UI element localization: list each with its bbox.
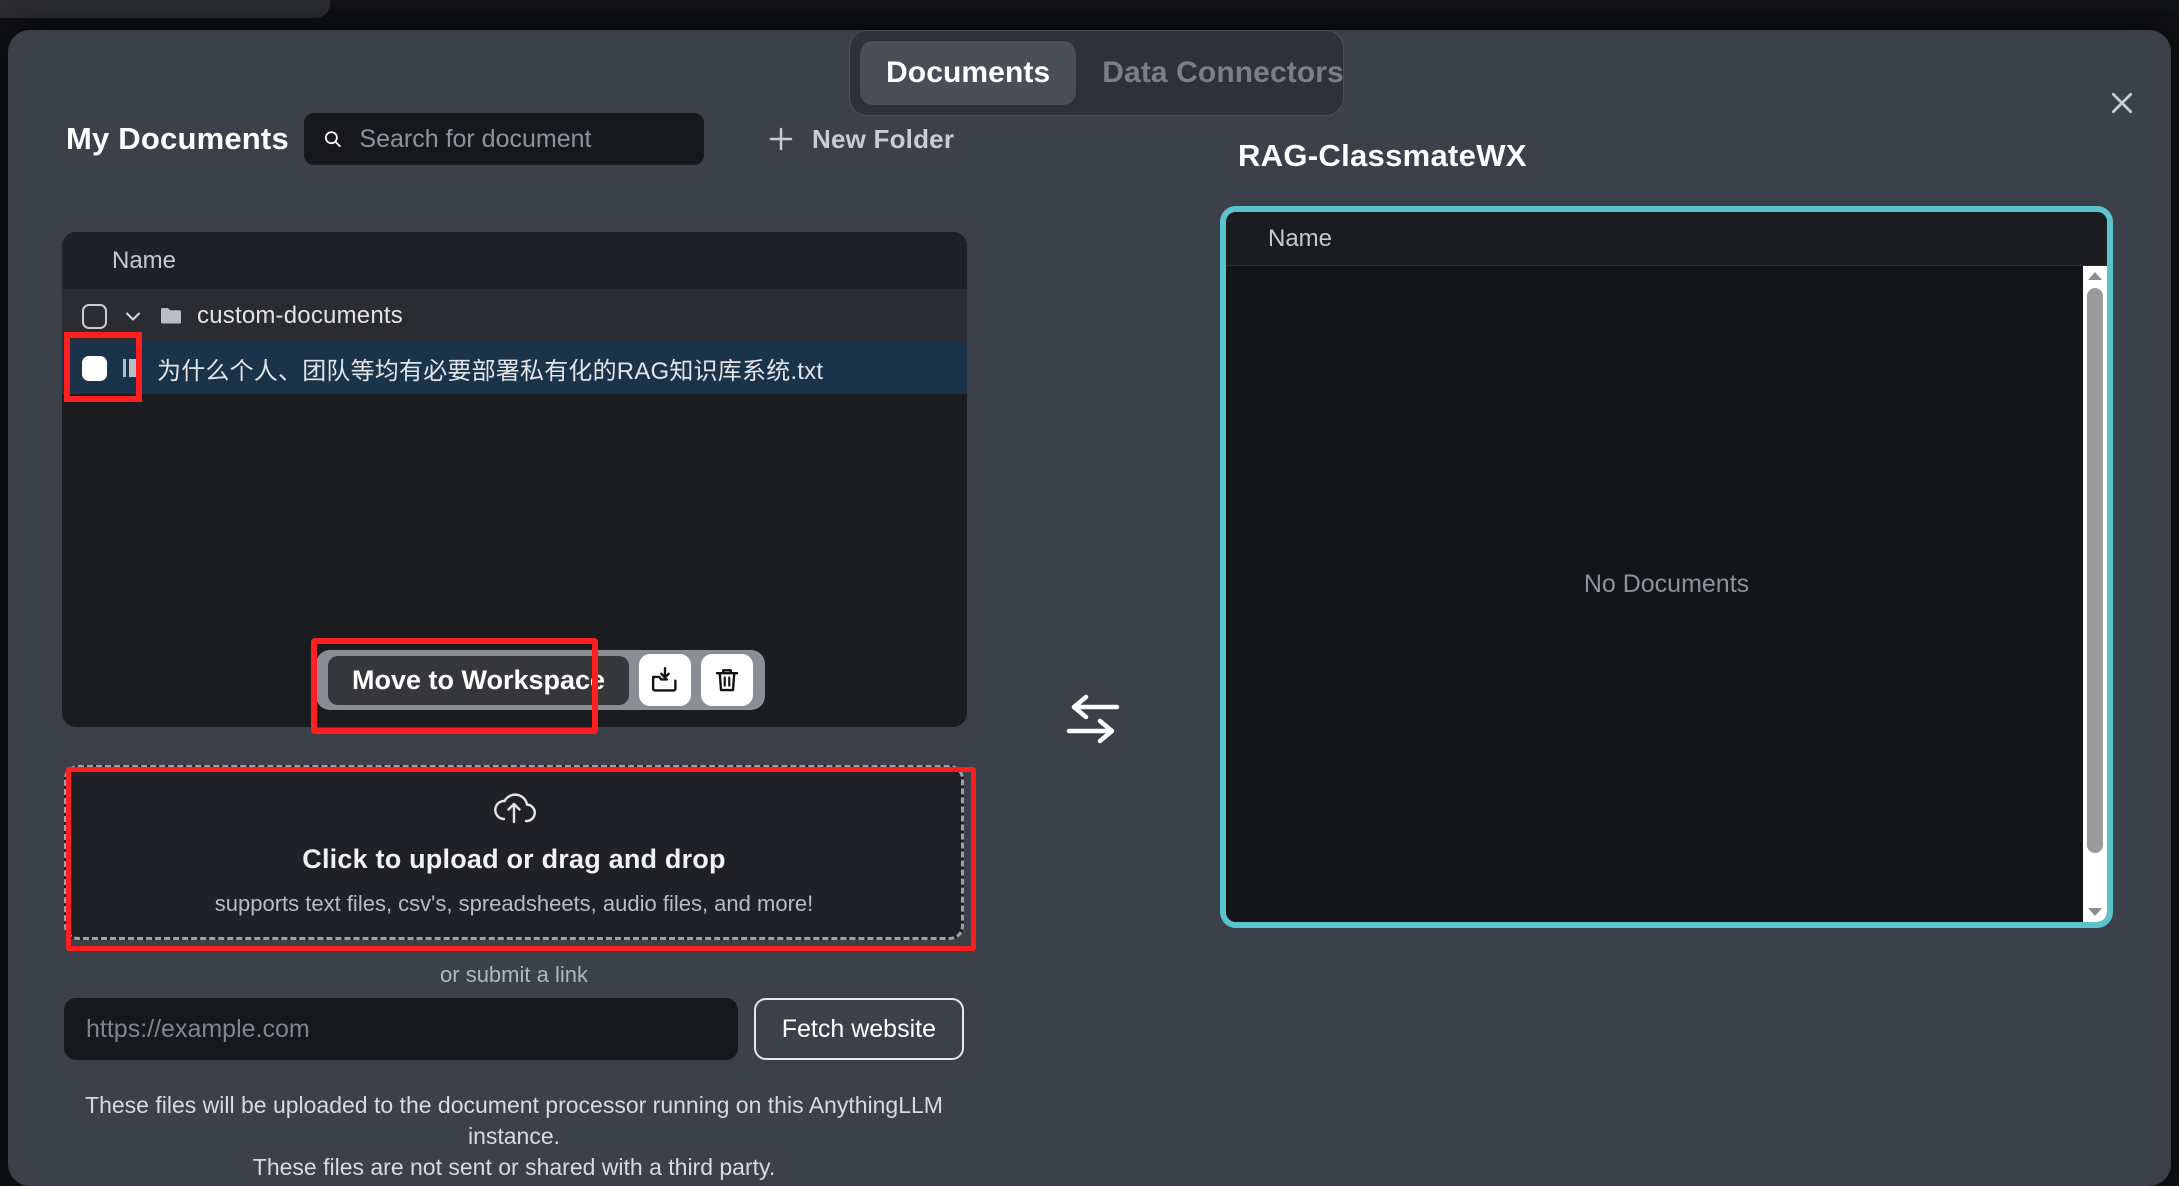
workspace-panel-header: Name — [1226, 212, 2107, 266]
delete-button[interactable] — [701, 654, 754, 706]
tree-row-file[interactable]: 为什么个人、团队等均有必要部署私有化的RAG知识库系统.txt — [62, 342, 967, 394]
scroll-down-arrow-icon[interactable] — [2087, 906, 2103, 918]
transfer-arrows-icon — [1054, 680, 1132, 758]
link-url-input[interactable] — [64, 998, 738, 1060]
search-input[interactable] — [357, 123, 686, 155]
column-header-name: Name — [112, 246, 177, 274]
dropzone-title: Click to upload or drag and drop — [302, 844, 726, 874]
workspace-title: RAG-ClassmateWX — [1238, 138, 1527, 173]
link-submit-row: Fetch website — [64, 998, 964, 1060]
selection-action-bar: Move to Workspace — [316, 650, 766, 710]
file-browser-header: Name — [62, 232, 967, 290]
document-manager-modal: Documents Data Connectors My Documents S… — [8, 30, 2171, 1186]
disclaimer-line-1: These files will be uploaded to the docu… — [85, 1092, 943, 1150]
workspace-panel-body: No Documents — [1226, 266, 2107, 922]
file-icon — [123, 359, 140, 377]
or-submit-link-label: or submit a link — [440, 962, 588, 987]
folder-download-icon — [652, 666, 677, 692]
move-to-folder-button[interactable] — [639, 654, 692, 706]
file-checkbox[interactable] — [82, 355, 107, 381]
fetch-website-button[interactable]: Fetch website — [753, 998, 964, 1060]
tab-documents[interactable]: Documents — [860, 41, 1077, 105]
tab-documents-label: Documents — [886, 56, 1051, 89]
new-folder-button[interactable]: New Folder — [766, 124, 954, 155]
file-name-label: 为什么个人、团队等均有必要部署私有化的RAG知识库系统.txt — [157, 357, 824, 385]
tab-data-connectors-label: Data Connectors — [1102, 56, 1344, 89]
disclaimer-line-2: These files are not sent or shared with … — [252, 1154, 776, 1181]
move-to-workspace-button[interactable]: Move to Workspace — [328, 655, 630, 705]
tree-row-folder[interactable]: custom-documents — [62, 290, 967, 342]
cloud-upload-icon — [494, 793, 536, 824]
backdrop-top-left-shape — [0, 0, 330, 18]
search-icon — [324, 131, 341, 148]
folder-icon — [161, 308, 181, 324]
folder-checkbox[interactable] — [82, 303, 107, 329]
close-icon — [2111, 92, 2133, 114]
search-box[interactable] — [304, 113, 704, 165]
new-folder-label: New Folder — [812, 123, 955, 154]
scroll-up-arrow-icon[interactable] — [2087, 270, 2103, 282]
workspace-documents-panel: Name No Documents — [1220, 206, 2113, 928]
scrollbar-thumb[interactable] — [2087, 288, 2103, 853]
left-column-header: My Documents New Folder — [54, 108, 966, 186]
workspace-column-header-name: Name — [1268, 224, 1333, 252]
folder-name-label: custom-documents — [197, 302, 403, 329]
upload-dropzone[interactable]: Click to upload or drag and drop support… — [64, 765, 964, 940]
chevron-down-icon[interactable] — [121, 304, 145, 328]
tab-data-connectors[interactable]: Data Connectors — [1076, 41, 1370, 105]
trash-icon — [715, 669, 739, 692]
tab-bar: Documents Data Connectors — [849, 30, 1344, 116]
page-title: My Documents — [66, 121, 289, 156]
close-button[interactable] — [2101, 82, 2143, 124]
workspace-scrollbar[interactable] — [2083, 266, 2107, 922]
plus-icon — [769, 127, 793, 151]
upload-disclaimer: These files will be uploaded to the docu… — [44, 1090, 984, 1183]
dropzone-subtitle: supports text files, csv's, spreadsheets… — [214, 891, 814, 916]
workspace-empty-state: No Documents — [1583, 569, 1750, 598]
